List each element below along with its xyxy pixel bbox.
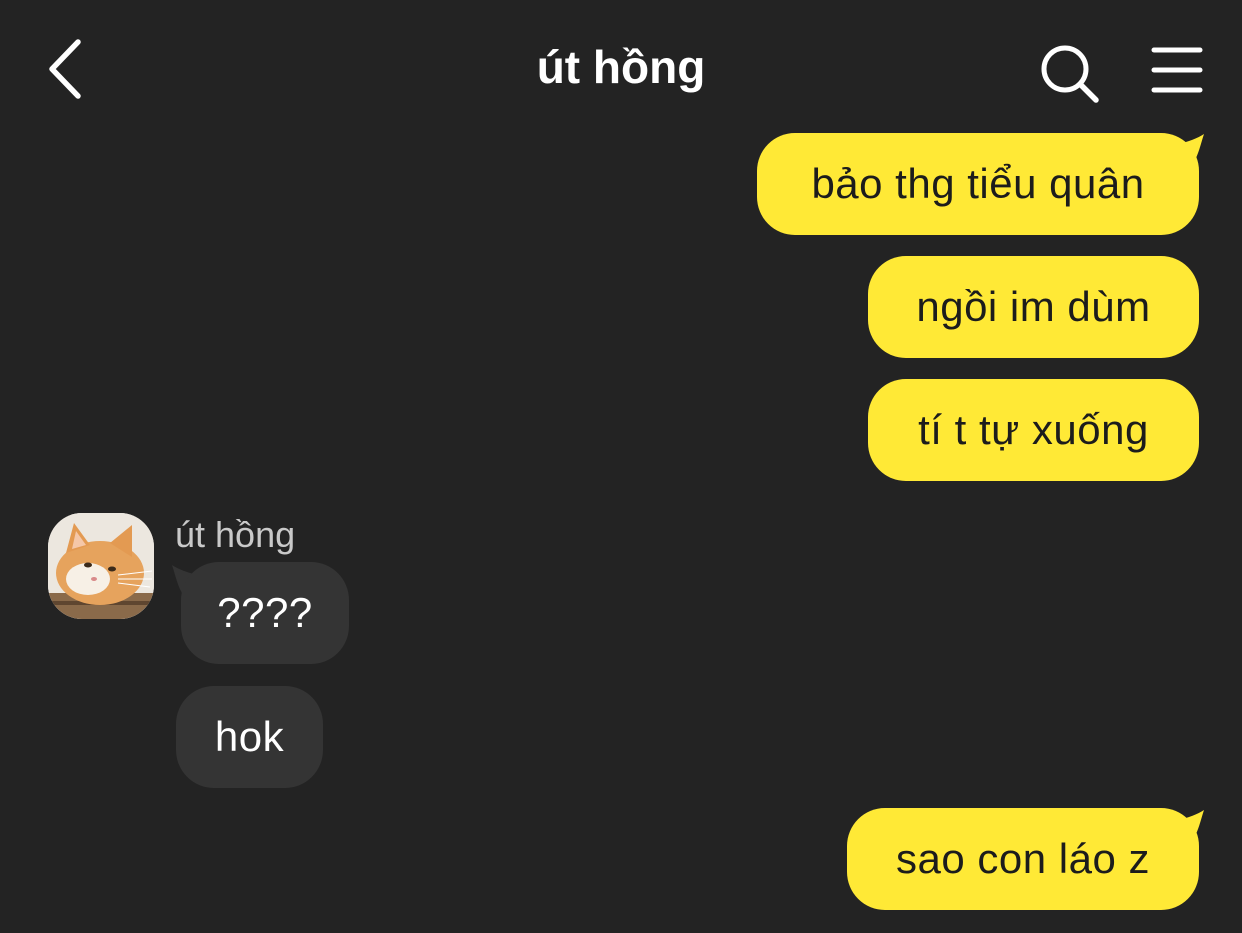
search-icon	[1041, 45, 1099, 103]
message-text: ????	[217, 589, 313, 636]
message-text: hok	[214, 713, 285, 760]
search-button[interactable]	[1036, 40, 1102, 106]
message-bubble[interactable]: hok	[176, 686, 323, 788]
message-bubble[interactable]: bảo thg tiểu quân	[757, 133, 1199, 235]
message-text: ngồi im dùm	[916, 283, 1151, 330]
message-bubble[interactable]: ngồi im dùm	[868, 256, 1199, 358]
sender-name: út hồng	[175, 514, 296, 555]
message-text: tí t tự xuống	[918, 406, 1149, 453]
message-text: sao con láo z	[896, 835, 1150, 882]
message-text: bảo thg tiểu quân	[811, 160, 1145, 207]
message-bubble[interactable]: sao con láo z	[847, 808, 1199, 910]
message-bubble[interactable]: tí t tự xuống	[868, 379, 1199, 481]
avatar[interactable]	[48, 513, 154, 619]
message-bubble[interactable]: ????	[181, 562, 349, 664]
menu-button[interactable]	[1146, 42, 1208, 102]
menu-icon	[1151, 47, 1203, 93]
cat-avatar-icon	[48, 513, 154, 619]
chat-screen: út hồng bảo thg tiểu quân ngồi im dùm tí…	[0, 0, 1242, 933]
chat-header: út hồng	[0, 0, 1242, 130]
